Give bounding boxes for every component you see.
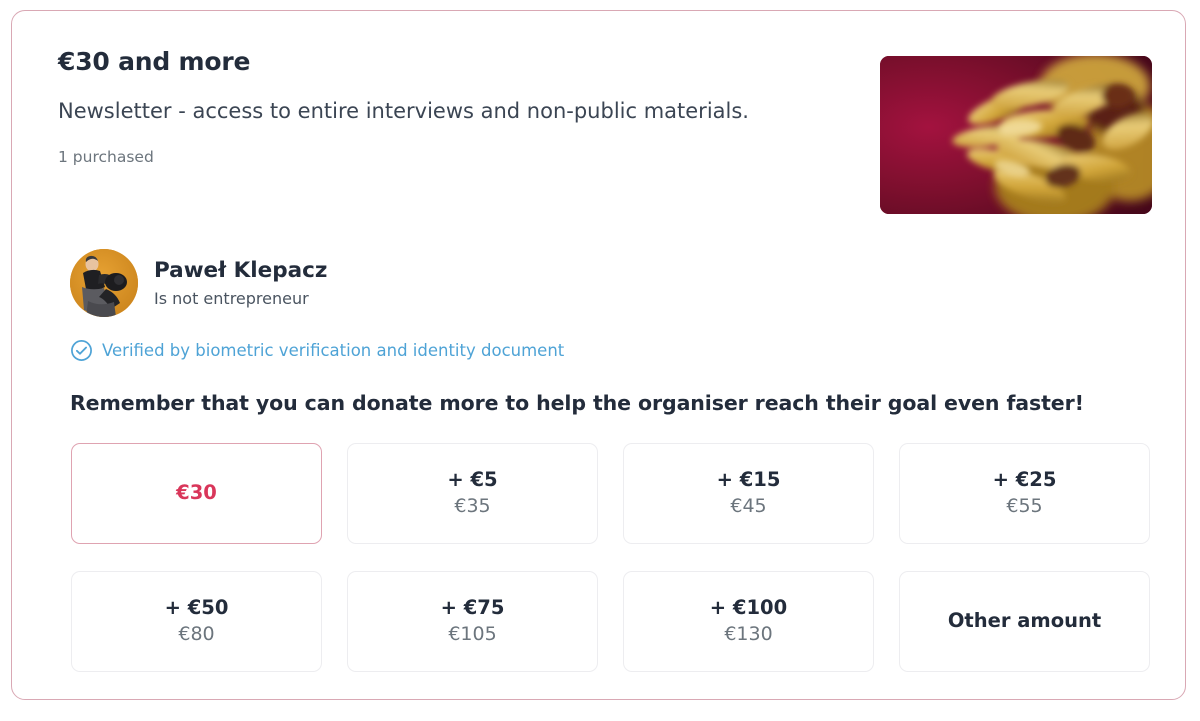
avatar bbox=[70, 249, 138, 317]
amount-option-4[interactable]: + €50 €80 bbox=[71, 571, 322, 672]
amount-option-1[interactable]: + €5 €35 bbox=[347, 443, 598, 544]
amount-option-5[interactable]: + €75 €105 bbox=[347, 571, 598, 672]
verified-badge-row: Verified by biometric verification and i… bbox=[70, 339, 564, 362]
organiser-name: Paweł Klepacz bbox=[154, 257, 328, 283]
organiser-block[interactable]: Paweł Klepacz Is not entrepreneur bbox=[70, 249, 327, 317]
organiser-role: Is not entrepreneur bbox=[154, 289, 309, 309]
amount-primary-label: €30 bbox=[176, 481, 217, 505]
donate-more-prompt: Remember that you can donate more to hel… bbox=[70, 391, 1084, 415]
amount-primary-label: + €15 bbox=[716, 467, 781, 491]
amount-total-label: €55 bbox=[1006, 495, 1043, 518]
amount-primary-label: Other amount bbox=[947, 609, 1102, 633]
check-circle-icon bbox=[70, 339, 93, 362]
amount-option-2[interactable]: + €15 €45 bbox=[623, 443, 874, 544]
verified-label: Verified by biometric verification and i… bbox=[102, 341, 565, 360]
amount-option-other[interactable]: Other amount bbox=[899, 571, 1150, 672]
amount-option-3[interactable]: + €25 €55 bbox=[899, 443, 1150, 544]
amount-option-6[interactable]: + €100 €130 bbox=[623, 571, 874, 672]
amount-primary-label: + €5 bbox=[447, 467, 498, 491]
amount-total-label: €105 bbox=[448, 623, 497, 646]
donation-amount-grid: €30 + €5 €35 + €15 €45 + €25 €55 + €50 €… bbox=[71, 443, 1152, 672]
reward-thumbnail-image bbox=[880, 56, 1152, 214]
amount-primary-label: + €100 bbox=[709, 595, 788, 619]
amount-primary-label: + €50 bbox=[164, 595, 229, 619]
amount-primary-label: + €75 bbox=[440, 595, 505, 619]
organiser-text: Paweł Klepacz Is not entrepreneur bbox=[154, 258, 327, 309]
amount-total-label: €45 bbox=[730, 495, 767, 518]
reward-description: Newsletter - access to entire interviews… bbox=[58, 99, 749, 124]
amount-primary-label: + €25 bbox=[992, 467, 1057, 491]
reward-tier-card: €30 and more Newsletter - access to enti… bbox=[11, 10, 1186, 700]
amount-total-label: €35 bbox=[454, 495, 491, 518]
amount-option-0[interactable]: €30 bbox=[71, 443, 322, 544]
amount-total-label: €130 bbox=[724, 623, 773, 646]
amount-total-label: €80 bbox=[178, 623, 215, 646]
